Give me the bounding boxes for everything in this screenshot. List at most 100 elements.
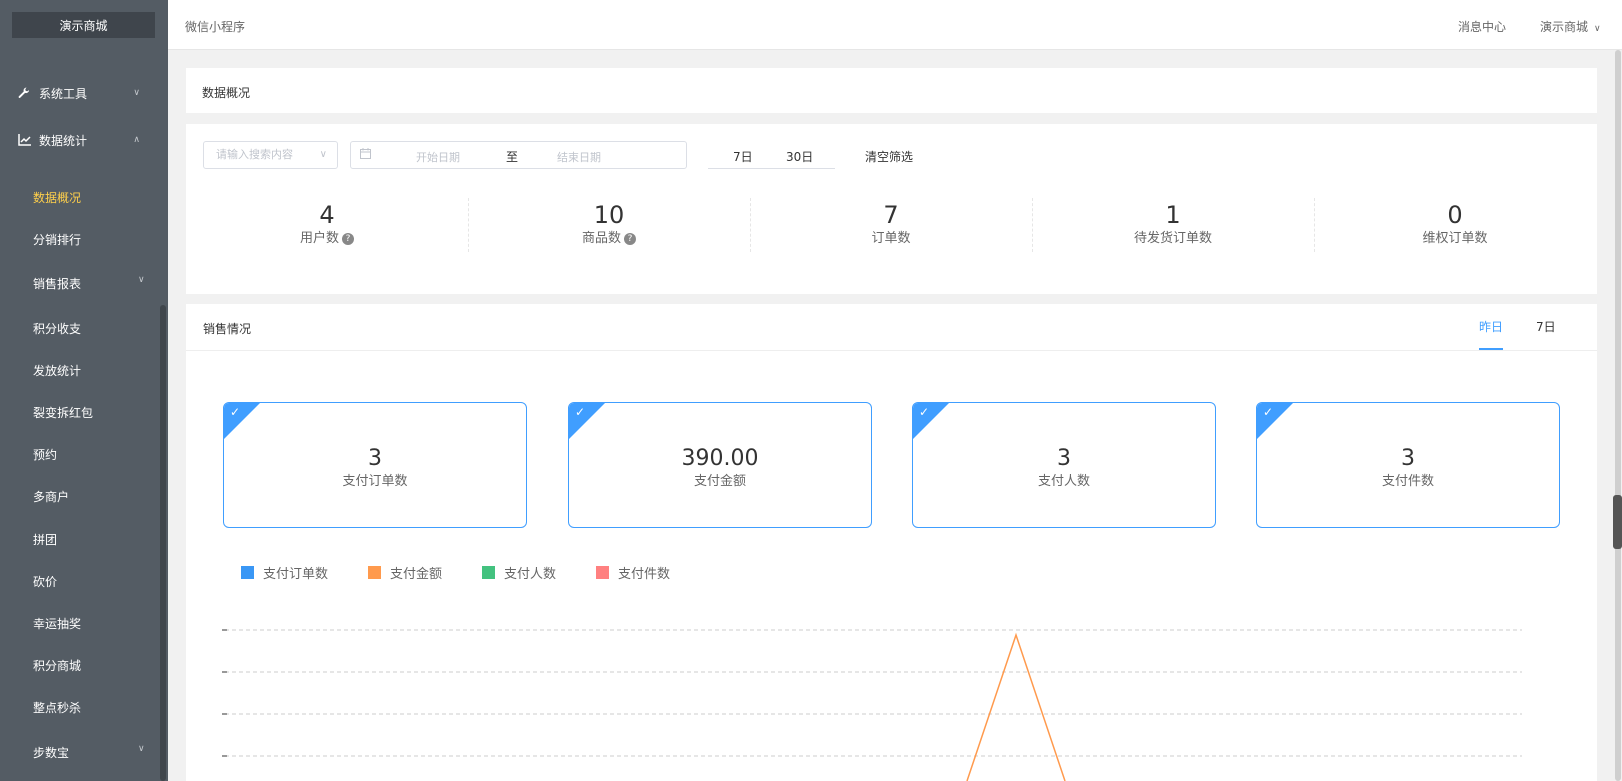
stat-orders: 7 订单数 (750, 200, 1032, 248)
kpi-value: 3 (1401, 446, 1415, 471)
legend-swatch (368, 566, 381, 579)
sidebar-item-system-tools[interactable]: 系统工具 ∨ (0, 83, 160, 103)
kpi-label: 支付人数 (1037, 474, 1090, 489)
sales-header: 销售情况 昨日 7日 (186, 304, 1597, 351)
help-icon[interactable]: ? (624, 233, 636, 245)
legend-swatch (241, 566, 254, 579)
sidebar-subitem-issue-stats[interactable]: 发放统计 (33, 362, 81, 379)
chevron-down-icon: ∨ (138, 744, 145, 754)
calendar-icon (360, 148, 371, 162)
kpi-card-paid-items[interactable]: ✓ 3 支付件数 (1256, 402, 1560, 528)
sidebar-subitem-points-mall[interactable]: 积分商城 (33, 657, 81, 674)
scrollbar-thumb[interactable] (1615, 50, 1621, 781)
stat-users: 4 用户数? (186, 200, 468, 248)
sales-title: 销售情况 (203, 322, 252, 336)
stat-value: 0 (1447, 201, 1463, 229)
stat-value: 7 (883, 201, 899, 229)
sidebar-subitem-label: 步数宝 (33, 746, 70, 760)
search-select[interactable]: 请输入搜索内容 ∨ (203, 141, 338, 169)
legend-swatch (596, 566, 609, 579)
kpi-card-paid-amount[interactable]: ✓ 390.00 支付金额 (568, 402, 872, 528)
stat-label: 维权订单数 (1422, 231, 1488, 246)
sidebar-scrollbar[interactable] (160, 305, 166, 781)
kpi-card-paid-users[interactable]: ✓ 3 支付人数 (912, 402, 1216, 528)
stat-label: 用户数 (299, 231, 339, 246)
chevron-down-icon: ∨ (138, 275, 145, 285)
chart-grid (222, 629, 1522, 757)
chevron-up-icon: ∧ (133, 135, 140, 145)
sidebar-subitem-bargain[interactable]: 砍价 (33, 573, 57, 590)
tab-yesterday[interactable]: 昨日 (1479, 318, 1503, 335)
kpi-label: 支付订单数 (342, 474, 408, 489)
breadcrumb[interactable]: 微信小程序 (185, 18, 245, 35)
clear-filter-button[interactable]: 清空筛选 (865, 148, 913, 165)
active-tab-indicator (1479, 348, 1503, 350)
legend-label: 支付金额 (390, 567, 443, 582)
sidebar-subitem-label: 销售报表 (33, 277, 82, 291)
sidebar-subitem-flash-sale[interactable]: 整点秒杀 (33, 699, 81, 716)
range-separator: 至 (506, 150, 519, 164)
legend-item-paid-items[interactable]: 支付件数 (596, 563, 670, 582)
search-select-placeholder: 请输入搜索内容 (216, 148, 293, 161)
sidebar-subitem-red-packet[interactable]: 裂变拆红包 (33, 404, 93, 421)
sidebar-item-label: 数据统计 (39, 133, 88, 148)
date-range-picker[interactable]: 开始日期 至 结束日期 (350, 141, 687, 169)
kpi-value: 3 (368, 446, 382, 471)
sidebar-subitem-multi-merchant[interactable]: 多商户 (33, 488, 69, 505)
legend-swatch (482, 566, 495, 579)
stat-label: 订单数 (871, 231, 911, 246)
kpi-value: 3 (1057, 446, 1071, 471)
overview-title-card: 数据概况 (186, 68, 1597, 113)
sidebar-subitem-step-treasure[interactable]: 步数宝 ∨ (33, 744, 153, 761)
tab-7-days[interactable]: 7日 (1536, 318, 1556, 335)
kpi-value: 390.00 (681, 446, 759, 471)
top-bar: 微信小程序 消息中心 演示商城 ∨ (168, 0, 1622, 50)
stat-value: 1 (1165, 201, 1181, 229)
legend-item-paid-amount[interactable]: 支付金额 (368, 563, 442, 582)
user-menu[interactable]: 演示商城 ∨ (1540, 18, 1601, 35)
sales-line-chart (222, 629, 1522, 781)
kpi-label: 支付件数 (1381, 474, 1434, 489)
stat-value: 4 (319, 201, 335, 229)
line-chart-icon (17, 133, 31, 147)
legend-label: 支付件数 (618, 567, 671, 582)
sidebar-subitem-distribution-rank[interactable]: 分销排行 (33, 231, 81, 248)
sidebar-subitem-sales-report[interactable]: 销售报表 ∨ (33, 275, 153, 292)
message-center-link[interactable]: 消息中心 (1458, 18, 1506, 35)
sidebar-subitem-lottery[interactable]: 幸运抽奖 (33, 615, 81, 632)
wrench-icon (17, 86, 31, 100)
legend-label: 支付人数 (504, 567, 557, 582)
sidebar-subitem-booking[interactable]: 预约 (33, 446, 57, 463)
check-icon: ✓ (575, 405, 586, 419)
legend-item-paid-users[interactable]: 支付人数 (482, 563, 556, 582)
chevron-down-icon: ∨ (1594, 24, 1601, 34)
quick-range-7d[interactable]: 7日 (733, 148, 753, 165)
check-icon: ✓ (230, 405, 241, 419)
overview-title: 数据概况 (202, 86, 251, 100)
page-scrollbar[interactable] (1613, 50, 1622, 781)
kpi-card-paid-orders[interactable]: ✓ 3 支付订单数 (223, 402, 527, 528)
sidebar-subitem-points[interactable]: 积分收支 (33, 320, 81, 337)
check-icon: ✓ (919, 405, 930, 419)
end-date-input[interactable]: 结束日期 (557, 149, 601, 165)
check-icon: ✓ (1263, 405, 1274, 419)
help-icon[interactable]: ? (342, 233, 354, 245)
user-menu-label: 演示商城 (1540, 20, 1589, 34)
series-line-paid-amount (966, 632, 1066, 781)
kpi-label: 支付金额 (693, 474, 746, 489)
start-date-input[interactable]: 开始日期 (416, 149, 460, 165)
sidebar-item-data-stats[interactable]: 数据统计 ∧ (0, 130, 160, 150)
brand-logo[interactable]: 演示商城 (12, 12, 155, 38)
legend-item-paid-orders[interactable]: 支付订单数 (241, 563, 328, 582)
sidebar-subitem-data-overview[interactable]: 数据概况 (33, 189, 81, 206)
stat-value: 10 (593, 201, 625, 229)
sidebar-subitem-group-buy[interactable]: 拼团 (33, 531, 57, 548)
stat-label: 待发货订单数 (1133, 231, 1212, 246)
sidebar-item-label: 系统工具 (39, 86, 88, 101)
floating-widget[interactable] (1613, 495, 1622, 549)
sidebar: 演示商城 系统工具 ∨ 数据统计 ∧ 数据概况 分销排行 销售报表 ∨ 积分收支… (0, 0, 168, 781)
stat-products: 10 商品数? (468, 200, 750, 248)
quick-range-tabs: 7日 30日 (708, 141, 835, 169)
stat-label: 商品数 (581, 231, 621, 246)
quick-range-30d[interactable]: 30日 (786, 148, 813, 165)
